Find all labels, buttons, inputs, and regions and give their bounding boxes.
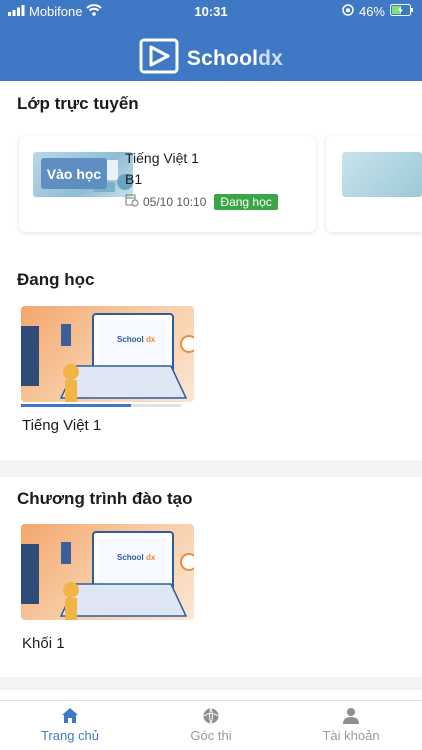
status-badge: Đang học — [214, 193, 278, 210]
live-class-thumbnail — [342, 152, 422, 197]
live-class-thumbnail: Vào học — [33, 152, 133, 197]
orientation-lock-icon — [342, 4, 354, 19]
battery-icon — [390, 4, 414, 19]
section-title: Lớp trực tuyến — [17, 94, 139, 113]
live-class-card[interactable]: Vào học Tiếng Việt 1 B1 05/10 10:10 Đang… — [19, 136, 316, 232]
user-icon — [281, 707, 421, 725]
program-thumbnail[interactable]: School dx — [21, 524, 194, 620]
tab-label: Trang chủ — [40, 728, 100, 743]
tab-label: Tài khoản — [322, 728, 380, 743]
battery-percent: 46% — [358, 4, 385, 19]
logo-icon — [139, 38, 179, 79]
svg-text:dx: dx — [146, 553, 156, 562]
brand-accent: dx — [258, 46, 284, 70]
program-name[interactable]: Khối 1 — [22, 635, 65, 652]
course-thumbnail[interactable]: School dx — [21, 306, 194, 402]
course-name[interactable]: Tiếng Việt 1 — [22, 417, 101, 434]
tab-label: Góc thi — [190, 728, 232, 743]
live-class-meta: 05/10 10:10 Đang học — [125, 193, 278, 210]
app-header: Mobifone 10:31 46% Schooldx — [0, 0, 422, 81]
globe-icon — [141, 707, 281, 725]
status-bar: Mobifone 10:31 46% — [0, 0, 422, 24]
live-class-subject: Tiếng Việt 1 — [125, 150, 199, 166]
svg-text:School: School — [117, 335, 144, 344]
home-icon — [0, 707, 140, 725]
live-class-name: B1 — [125, 171, 143, 187]
bottom-tab-bar: Trang chủ Góc thi Tài khoản — [0, 700, 422, 750]
course-progress-bar — [21, 404, 181, 407]
tab-home[interactable]: Trang chủ — [0, 707, 140, 743]
brand-wordmark: Schooldx — [187, 47, 283, 71]
section-title: Chương trình đào tạo — [17, 489, 193, 508]
app-logo: Schooldx — [0, 38, 422, 79]
section-partial — [0, 690, 422, 700]
svg-text:School: School — [117, 553, 144, 562]
join-class-button[interactable]: Vào học — [41, 158, 107, 189]
calendar-clock-icon — [125, 193, 139, 210]
section-title: Đang học — [17, 270, 95, 289]
brand-main: School — [186, 46, 259, 70]
course-progress-fill — [21, 404, 132, 407]
live-class-card-next[interactable] — [326, 136, 422, 232]
tab-account[interactable]: Tài khoản — [281, 707, 421, 743]
tab-exams[interactable]: Góc thi — [141, 707, 281, 743]
live-class-datetime: 05/10 10:10 — [143, 194, 207, 209]
svg-text:dx: dx — [146, 335, 156, 344]
